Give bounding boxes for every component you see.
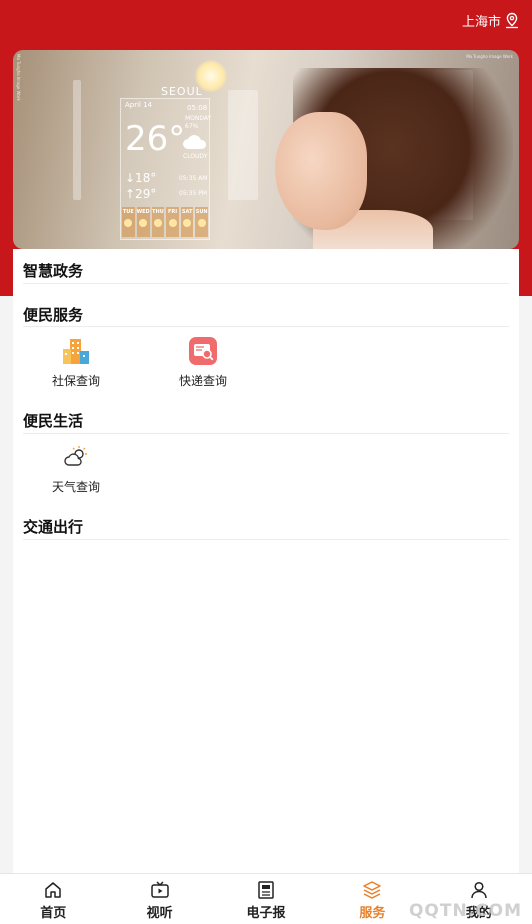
banner-fine-print: Mo Tungho Image Work <box>16 54 21 101</box>
widget-condition: CLOUDY <box>183 153 208 160</box>
tab-video[interactable]: 视听 <box>106 874 212 924</box>
sun-icon <box>139 219 148 227</box>
widget-humidity: 67% <box>185 123 199 130</box>
forecast-day: TUE <box>122 207 135 237</box>
widget-date: April 14 <box>125 101 153 109</box>
section-title-transportation: 交通出行 <box>23 518 84 536</box>
background-shelf <box>228 90 258 200</box>
widget-city: SEOUL <box>161 85 203 98</box>
service-label: 社保查询 <box>51 374 100 388</box>
tv-icon <box>150 881 169 898</box>
divider <box>23 539 509 540</box>
forecast-day: SUN <box>195 207 208 237</box>
widget-sunset: 05:35 PM <box>179 190 207 197</box>
cloud-icon <box>183 135 207 149</box>
person-face <box>275 112 367 230</box>
forecast-day: SAT <box>180 207 194 237</box>
forecast-day-label: TUE <box>122 209 134 215</box>
service-label: 天气查询 <box>51 480 100 494</box>
service-label: 快递查询 <box>178 374 227 388</box>
forecast-day-label: FRI <box>167 209 178 215</box>
widget-day-label: MONDAY <box>185 115 212 122</box>
weather-widget: SEOUL April 14 05:08 26° MONDAY 67% CLOU… <box>120 85 211 240</box>
location-selector[interactable]: 上海市 <box>462 11 520 30</box>
building-icon <box>59 334 93 368</box>
divider <box>23 283 509 284</box>
widget-forecast: TUE WED THU FRI SAT SUN <box>121 207 209 237</box>
forecast-day-label: THU <box>152 209 164 215</box>
sun-icon <box>197 219 206 227</box>
sun-icon <box>153 219 162 227</box>
tab-home[interactable]: 首页 <box>0 874 106 924</box>
user-icon <box>471 881 487 899</box>
tab-epaper[interactable]: 电子报 <box>213 874 319 924</box>
banner-fine-print: Mo Tungho Image Work <box>466 54 513 59</box>
sun-icon <box>183 219 192 227</box>
section-title-convenience-life: 便民生活 <box>23 412 84 430</box>
weather-icon <box>59 440 93 474</box>
widget-day: MONDAY 67% <box>185 115 211 131</box>
forecast-day-label: WED <box>136 209 150 215</box>
widget-temperature: 26° <box>125 119 186 159</box>
widget-sunrise: 05:35 AM <box>179 175 208 182</box>
tab-label: 首页 <box>40 906 67 921</box>
services-panel: 智慧政务 便民服务 社保查询 快递查询 便民生活 天气查询 交通出行 <box>13 249 519 873</box>
sun-icon <box>168 219 177 227</box>
service-express-tracking[interactable]: 快递查询 <box>148 334 258 389</box>
newspaper-icon <box>258 881 274 899</box>
sun-icon <box>124 219 133 227</box>
tab-label: 电子报 <box>246 906 286 921</box>
background-shelf <box>73 80 81 200</box>
widget-time: 05:08 <box>187 104 208 112</box>
service-weather[interactable]: 天气查询 <box>21 440 131 495</box>
forecast-day: FRI <box>166 207 179 237</box>
widget-low: ↓18° <box>125 171 157 185</box>
section-title-convenience-services: 便民服务 <box>23 306 84 324</box>
section-title-government: 智慧政务 <box>23 262 84 280</box>
watermark: QQTN.COM <box>408 901 522 921</box>
location-label: 上海市 <box>461 15 501 30</box>
home-icon <box>45 882 61 898</box>
service-social-security[interactable]: 社保查询 <box>21 334 131 389</box>
forecast-day: THU <box>151 207 165 237</box>
divider <box>23 326 509 327</box>
package-search-icon <box>186 334 220 368</box>
banner-image[interactable]: Mo Tungho Image Work Mo Tungho Image Wor… <box>13 50 519 249</box>
tab-label: 视听 <box>146 906 173 921</box>
forecast-day-label: SAT <box>181 209 193 215</box>
forecast-day: WED <box>136 207 150 237</box>
location-pin-icon <box>506 12 518 29</box>
divider <box>23 433 509 434</box>
tab-label: 服务 <box>359 906 386 921</box>
forecast-day-label: SUN <box>195 209 208 215</box>
widget-high: ↑29° <box>125 187 157 201</box>
layers-icon <box>363 881 382 899</box>
